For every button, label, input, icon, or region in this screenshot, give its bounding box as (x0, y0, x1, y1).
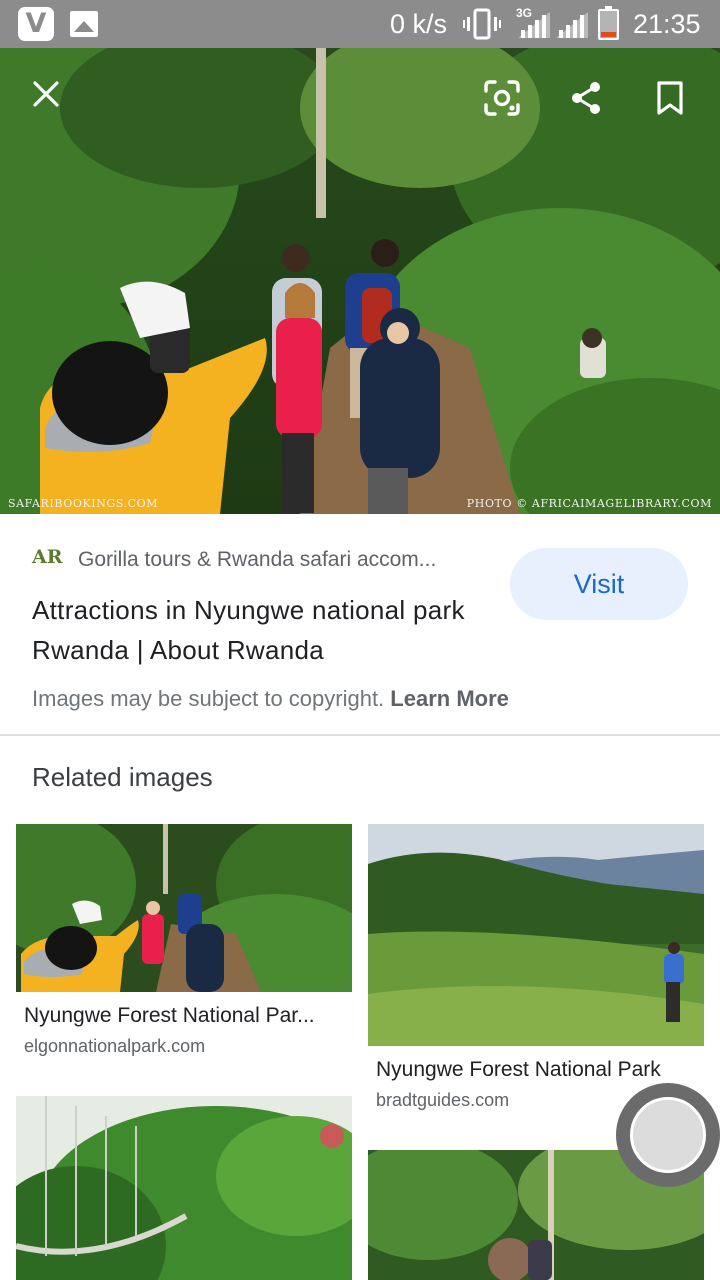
related-domain: bradtguides.com (376, 1090, 510, 1110)
related-images-heading: Related images (32, 762, 213, 792)
close-icon (33, 81, 59, 107)
related-thumbnail[interactable] (16, 1096, 352, 1280)
vibrate-icon (463, 8, 501, 40)
signal-icon (518, 12, 550, 38)
v-app-icon: V (18, 7, 54, 41)
related-domain: elgonnationalpark.com (24, 1036, 206, 1056)
network-speed: 0 k/s (390, 9, 448, 39)
google-lens-icon (484, 80, 520, 116)
related-thumbnail[interactable] (16, 824, 352, 992)
related-image-card[interactable] (16, 1096, 352, 1280)
copyright-notice: Images may be subject to copyright. Lear… (32, 686, 509, 712)
share-button[interactable] (558, 70, 614, 126)
related-caption: Nyungwe Forest National Park (376, 1058, 661, 1081)
related-thumbnail[interactable] (368, 824, 704, 1046)
bookmark-button[interactable] (642, 70, 698, 126)
google-lens-button[interactable] (474, 70, 530, 126)
source-name[interactable]: Gorilla tours & Rwanda safari accom... (78, 548, 478, 572)
source-row[interactable]: AR Gorilla tours & Rwanda safari accom..… (32, 542, 492, 576)
visit-button[interactable]: Visit (510, 548, 688, 620)
status-bar: V 0 k/s 3G 21:35 (0, 0, 720, 48)
clock: 21:35 (633, 9, 701, 39)
source-logo: AR (32, 546, 63, 568)
learn-more-link[interactable]: Learn More (390, 686, 509, 711)
gallery-icon (70, 11, 98, 37)
share-icon (572, 82, 600, 114)
image-credit-right: Photo © AfricaImageLibrary.com (466, 497, 712, 510)
signal-icon (556, 12, 588, 38)
image-credit-left: SafariBookings.com (8, 497, 159, 510)
battery-icon (598, 6, 619, 40)
bookmark-icon (657, 81, 683, 115)
related-caption: Nyungwe Forest National Par... (24, 1004, 315, 1027)
copyright-text: Images may be subject to copyright. (32, 686, 385, 711)
divider (0, 734, 720, 736)
canopy-walkway-thumbnail-image (16, 1096, 352, 1280)
forest-hill-thumbnail-image (368, 824, 704, 1046)
related-image-card[interactable]: Nyungwe Forest National Par... elgonnati… (16, 824, 352, 1064)
page-title[interactable]: Attractions in Nyungwe national park Rwa… (32, 590, 492, 670)
hikers-thumbnail-image (16, 824, 352, 992)
close-button[interactable] (18, 66, 74, 122)
loading-spinner (616, 1083, 720, 1187)
related-image-card[interactable]: Nyungwe Forest National Park bradtguides… (368, 824, 704, 1114)
preview-image[interactable]: SafariBookings.com Photo © AfricaImageLi… (0, 48, 720, 514)
